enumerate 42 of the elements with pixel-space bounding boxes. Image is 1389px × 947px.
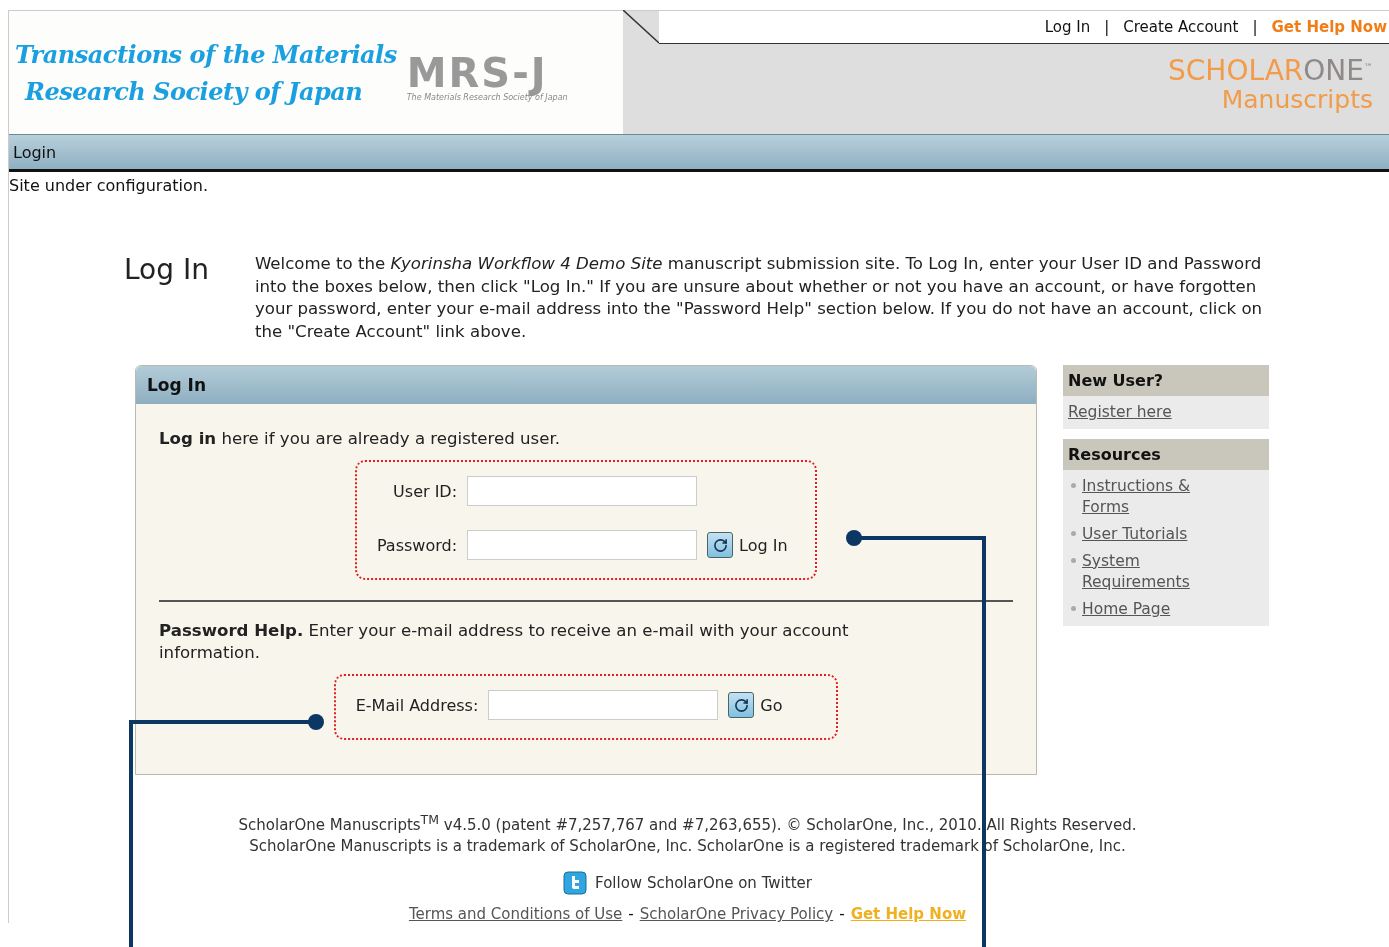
input-field[interactable] xyxy=(488,690,719,720)
sidebar-link[interactable]: Instructions & Forms xyxy=(1082,476,1232,518)
intro-text: Welcome to the Kyorinsha Workflow 4 Demo Site manuscript submission site. To Log In, enter your User ID and Password into the boxes below, then click "Log In." If you are unsure about whether or not you have an account, or have forgotten your password, enter your e-mail address into the "Password Help" section below. If you do not have an account, click on the "Create Account" link above. xyxy=(254,253,1264,343)
sidebar-link[interactable]: System Requirements xyxy=(1082,551,1232,593)
twitter-text: Follow ScholarOne on Twitter xyxy=(595,872,812,894)
field-label: User ID: xyxy=(392,481,458,501)
sidebar-heading: New User? xyxy=(1063,365,1269,396)
separator: | xyxy=(1252,17,1258,36)
sidebar-link[interactable]: User Tutorials xyxy=(1082,524,1188,545)
nav-link[interactable]: Log In xyxy=(1044,17,1091,36)
brand-name: SCHOLARONE$^{™}$ xyxy=(1168,57,1373,85)
footer-link[interactable]: Terms and Conditions of Use xyxy=(408,905,623,923)
separator: - xyxy=(839,905,845,923)
footer-link[interactable]: ScholarOne Privacy Policy xyxy=(639,905,834,923)
bullet-icon xyxy=(1071,483,1076,488)
bullet-icon xyxy=(1071,606,1076,611)
field-label: Password: xyxy=(376,535,458,555)
instruction-text: Password Help. Enter your e-mail address to receive an e-mail with your account information. xyxy=(159,620,850,664)
separator: | xyxy=(1104,17,1110,36)
page-heading: Log In xyxy=(124,253,209,288)
field-label: E-Mail Address: xyxy=(355,695,479,715)
journal-title: Research Society of Japan xyxy=(23,76,364,106)
refresh-icon xyxy=(728,692,755,718)
sidebar-heading: Resources xyxy=(1063,439,1269,470)
submit-button[interactable]: Go xyxy=(728,692,829,718)
breadcrumb: Login xyxy=(13,142,57,162)
brand-product: Manuscripts xyxy=(1221,85,1373,114)
input-field[interactable] xyxy=(467,476,698,506)
panel-title: Log In xyxy=(147,375,207,395)
notice-text: Site under configuration. xyxy=(9,175,209,195)
bullet-icon xyxy=(1071,531,1076,536)
sidebar-link[interactable]: Home Page xyxy=(1082,599,1171,620)
journal-title: Transactions of the Materials xyxy=(15,39,397,69)
submit-button[interactable]: Log In xyxy=(707,532,808,558)
input-field[interactable] xyxy=(467,530,698,560)
sidebar-link[interactable]: Register here xyxy=(1068,402,1172,423)
refresh-icon xyxy=(707,532,734,558)
separator: - xyxy=(628,905,634,923)
copyright-text: ScholarOne Manuscripts$^{TM}$ v4.5.0 (patent #7,257,767 and #7,263,655). © ScholarOne, Inc., 2010. All Rights Reserved. xyxy=(238,811,1137,836)
instruction-text: Log in here if you are already a registered user. xyxy=(159,428,561,450)
bullet-icon xyxy=(1071,558,1076,563)
nav-link[interactable]: Create Account xyxy=(1123,17,1239,36)
